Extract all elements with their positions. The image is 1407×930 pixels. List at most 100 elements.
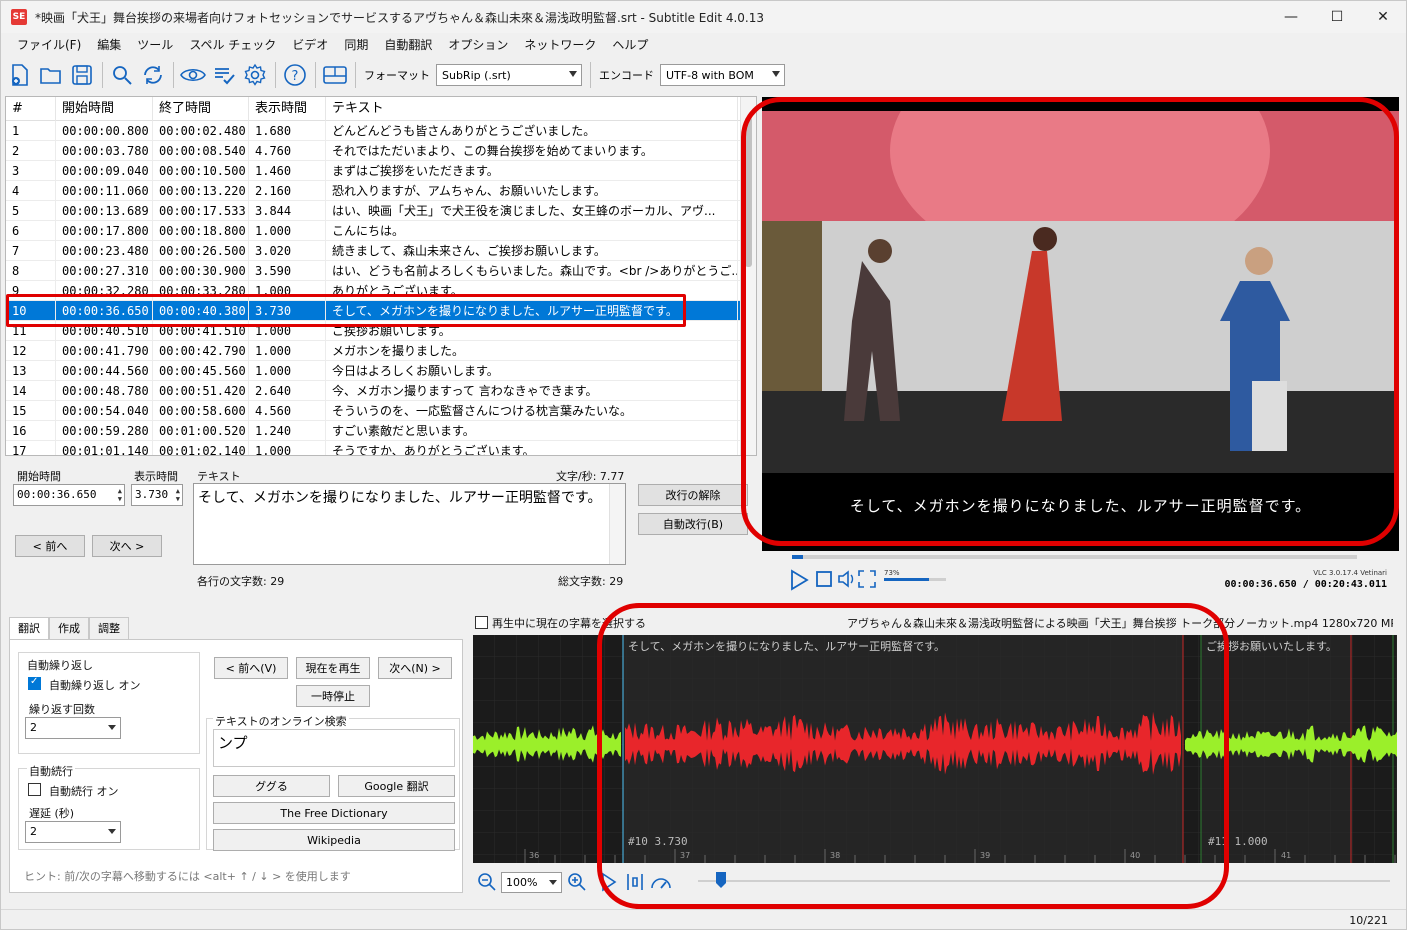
waveform-canvas	[473, 635, 1397, 863]
column-start-time[interactable]: 開始時間	[56, 97, 153, 121]
settings-gear-icon[interactable]	[240, 60, 270, 90]
text-editor-scrollbar[interactable]	[609, 484, 625, 564]
tab-translate[interactable]: 翻訳	[9, 617, 49, 639]
table-row[interactable]: 4 00:00:11.060 00:00:13.220 2.160 恐れ入りますが、アム…	[6, 180, 756, 201]
table-row[interactable]: 1 00:00:00.800 00:00:02.480 1.680 どんどんどうも皆さん…	[6, 120, 756, 141]
center-waveform-icon[interactable]	[625, 872, 645, 892]
table-row[interactable]: 13 00:00:44.560 00:00:45.560 1.000 今日はよろしくお願…	[6, 360, 756, 381]
auto-break-button[interactable]: 自動改行(B)	[638, 513, 748, 535]
unbreak-button[interactable]: 改行の解除	[638, 484, 748, 506]
waveform-position-thumb[interactable]	[715, 871, 727, 889]
row-start-time: 00:00:40.510	[56, 320, 153, 341]
table-row[interactable]: 15 00:00:54.040 00:00:58.600 4.560 そういうのを、一応…	[6, 400, 756, 421]
fullscreen-icon[interactable]	[858, 570, 876, 588]
visual-sync-eye-icon[interactable]	[178, 60, 208, 90]
new-file-icon[interactable]	[5, 60, 35, 90]
table-row[interactable]: 12 00:00:41.790 00:00:42.790 1.000 メガホンを撮りまし…	[6, 340, 756, 361]
save-icon[interactable]	[67, 60, 97, 90]
pause-button[interactable]: 一時停止	[296, 685, 370, 707]
prev-v-button[interactable]: < 前へ(V)	[214, 657, 288, 679]
tab-create[interactable]: 作成	[49, 617, 89, 639]
delay-select[interactable]: 2	[25, 821, 121, 843]
waveform-position-track[interactable]	[698, 880, 1390, 882]
spell-check-icon[interactable]	[209, 60, 239, 90]
menu-edit[interactable]: 編集	[89, 36, 129, 53]
audio-waveform[interactable]: そして、メガホンを撮りになりました、ルアサー正明監督です。 ご挨拶お願いいたしま…	[473, 635, 1397, 863]
column-text[interactable]: テキスト	[326, 97, 738, 121]
replace-icon[interactable]	[138, 60, 168, 90]
zoom-in-icon[interactable]	[567, 872, 587, 892]
spinner-arrows-icon[interactable]: ▲ ▼	[118, 487, 122, 503]
menu-spellcheck[interactable]: スペル チェック	[181, 36, 284, 53]
menu-sync[interactable]: 同期	[336, 36, 376, 53]
subtitle-text-editor[interactable]: そして、メガホンを撮りになりました、ルアサー正明監督です。	[193, 483, 626, 565]
column-duration[interactable]: 表示時間	[249, 97, 326, 121]
play-selection-icon[interactable]	[599, 872, 619, 892]
volume-slider[interactable]	[884, 578, 946, 581]
search-icon[interactable]	[107, 60, 137, 90]
minimize-button[interactable]: —	[1268, 1, 1314, 33]
menu-options[interactable]: オプション	[440, 36, 516, 53]
duration-input[interactable]: 3.730 ▲ ▼	[131, 484, 183, 506]
google-translate-button[interactable]: Google 翻訳	[338, 775, 455, 797]
start-time-input[interactable]: 00:00:36.650 ▲ ▼	[13, 484, 125, 506]
repeat-count-select[interactable]: 2	[25, 717, 121, 739]
auto-continue-checkbox[interactable]	[28, 783, 41, 796]
spinner-arrows-icon[interactable]: ▲ ▼	[176, 487, 180, 503]
menu-network[interactable]: ネットワーク	[516, 36, 604, 53]
table-row[interactable]: 8 00:00:27.310 00:00:30.900 3.590 はい、どうも名前よろ…	[6, 260, 756, 281]
zoom-out-icon[interactable]	[477, 872, 497, 892]
scrollbar-thumb[interactable]	[745, 117, 752, 267]
table-row[interactable]: 14 00:00:48.780 00:00:51.420 2.640 今、メガホン撮りま…	[6, 380, 756, 401]
close-button[interactable]: ✕	[1360, 1, 1406, 33]
video-position-slider[interactable]	[792, 555, 1357, 559]
table-row[interactable]: 6 00:00:17.800 00:00:18.800 1.000 こんにちは。	[6, 220, 756, 241]
wikipedia-button[interactable]: Wikipedia	[213, 829, 455, 851]
menu-help[interactable]: ヘルプ	[604, 36, 656, 53]
auto-repeat-checkbox[interactable]	[28, 676, 41, 690]
layout-icon[interactable]	[320, 60, 350, 90]
playback-speed-icon[interactable]	[650, 872, 672, 892]
table-row[interactable]: 7 00:00:23.480 00:00:26.500 3.020 続きまして、森山未来…	[6, 240, 756, 261]
help-icon[interactable]: ?	[280, 60, 310, 90]
play-icon[interactable]	[788, 569, 810, 591]
stop-icon[interactable]	[815, 570, 833, 588]
row-number: 7	[6, 240, 56, 261]
online-search-input[interactable]: ンプ	[213, 729, 455, 767]
zoom-select[interactable]: 100%	[501, 872, 562, 893]
table-row[interactable]: 17 00:01:01.140 00:01:02.140 1.000 そうですか、ありが…	[6, 440, 756, 455]
volume-icon[interactable]	[837, 570, 857, 588]
row-number: 3	[6, 160, 56, 181]
open-folder-icon[interactable]	[36, 60, 66, 90]
menu-tools[interactable]: ツール	[129, 36, 181, 53]
encoding-select[interactable]: UTF-8 with BOM	[660, 64, 785, 86]
tab-adjust[interactable]: 調整	[89, 617, 129, 639]
play-current-button[interactable]: 現在を再生	[296, 657, 370, 679]
table-row-selected[interactable]: 10 00:00:36.650 00:00:40.380 3.730 そして、メガホンを…	[6, 300, 756, 321]
table-row[interactable]: 3 00:00:09.040 00:00:10.500 1.460 まずはご挨拶をいただ…	[6, 160, 756, 181]
menu-auto-translate[interactable]: 自動翻訳	[376, 36, 440, 53]
column-end-time[interactable]: 終了時間	[153, 97, 249, 121]
menu-video[interactable]: ビデオ	[284, 36, 336, 53]
table-row[interactable]: 2 00:00:03.780 00:00:08.540 4.760 それではただいまより…	[6, 140, 756, 161]
next-n-button[interactable]: 次へ(N) >	[378, 657, 452, 679]
subtitle-list[interactable]: # 開始時間 終了時間 表示時間 テキスト 1 00:00:00.800 00:00…	[5, 96, 757, 456]
table-row[interactable]: 9 00:00:32.280 00:00:33.280 1.000 ありがとうございます…	[6, 280, 756, 301]
row-end-time: 00:00:02.480	[153, 120, 249, 141]
row-end-time: 00:00:58.600	[153, 400, 249, 421]
subtitle-list-scrollbar[interactable]	[740, 97, 756, 455]
video-player[interactable]: そして、メガホンを撮りになりました、ルアサー正明監督です。	[762, 97, 1399, 551]
menu-file[interactable]: ファイル(F)	[9, 36, 89, 53]
table-row[interactable]: 16 00:00:59.280 00:01:00.520 1.240 すごい素敵だと思い…	[6, 420, 756, 441]
maximize-button[interactable]: ☐	[1314, 1, 1360, 33]
waveform-segment-text-10: そして、メガホンを撮りになりました、ルアサー正明監督です。	[628, 640, 946, 653]
select-current-checkbox[interactable]	[475, 616, 488, 629]
column-number[interactable]: #	[6, 97, 56, 121]
table-row[interactable]: 11 00:00:40.510 00:00:41.510 1.000 ご挨拶お願いします…	[6, 320, 756, 341]
format-select[interactable]: SubRip (.srt)	[436, 64, 582, 86]
table-row[interactable]: 5 00:00:13.689 00:00:17.533 3.844 はい、映画「犬王」で…	[6, 200, 756, 221]
free-dictionary-button[interactable]: The Free Dictionary	[213, 802, 455, 824]
google-search-button[interactable]: ググる	[213, 775, 330, 797]
next-button[interactable]: 次へ >	[92, 535, 162, 557]
prev-button[interactable]: < 前へ	[15, 535, 85, 557]
